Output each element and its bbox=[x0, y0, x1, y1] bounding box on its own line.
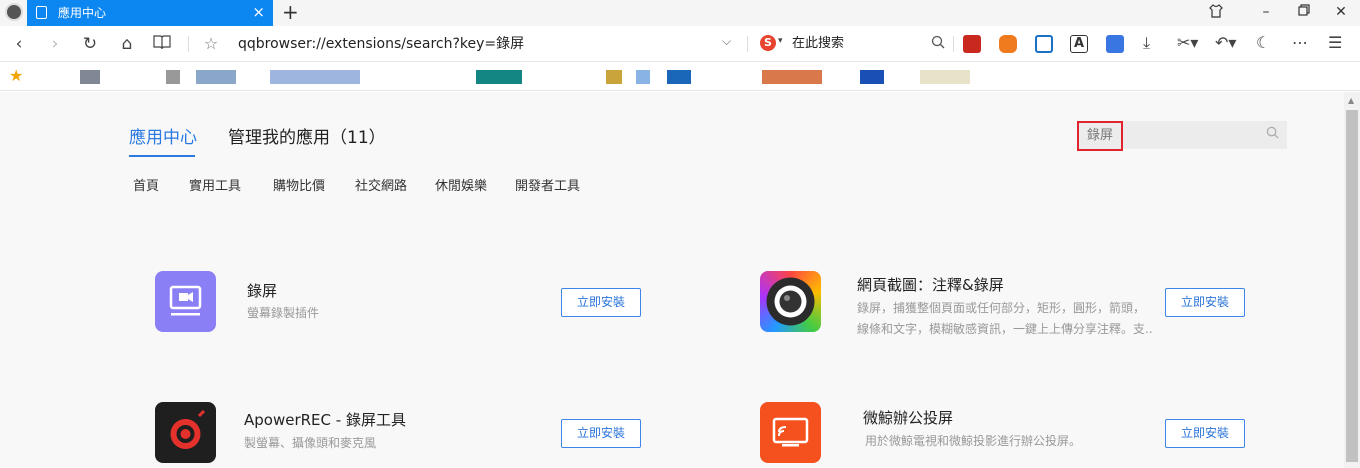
bookmark-star-icon[interactable]: ☆ bbox=[200, 34, 222, 54]
maximize-icon[interactable] bbox=[1294, 4, 1314, 20]
minimize-icon[interactable]: – bbox=[1256, 4, 1276, 20]
title-bar: 應用中心 × + – ✕ bbox=[0, 0, 1360, 26]
extension-translate-a-icon[interactable]: A bbox=[1070, 35, 1088, 53]
screen-record-icon[interactable] bbox=[155, 271, 216, 332]
new-tab-button[interactable]: + bbox=[282, 0, 299, 24]
bookmark-item[interactable] bbox=[606, 70, 622, 84]
app-description: 錄屏，捕獲整個頁面或任何部分，矩形，圓形，箭頭， bbox=[857, 301, 1146, 315]
category-leisure[interactable]: 休閒娛樂 bbox=[435, 179, 487, 195]
undo-icon[interactable]: ↶▾ bbox=[1215, 33, 1236, 53]
bookmark-item[interactable] bbox=[920, 70, 970, 84]
bookmark-item[interactable] bbox=[860, 70, 884, 84]
download-icon[interactable]: ⤓ bbox=[1143, 33, 1150, 53]
browser-avatar-icon[interactable] bbox=[5, 3, 23, 21]
bookmark-item[interactable] bbox=[636, 70, 650, 84]
install-button[interactable]: 立即安裝 bbox=[561, 288, 641, 317]
reader-icon[interactable] bbox=[151, 34, 173, 55]
address-bar[interactable]: qqbrowser://extensions/search?key=錄屏 bbox=[238, 36, 524, 52]
shirt-icon[interactable] bbox=[1206, 4, 1226, 22]
app-description: 螢幕錄製插件 bbox=[247, 306, 320, 320]
refresh-icon[interactable]: ↻ bbox=[79, 34, 101, 54]
tab-title: 應用中心 bbox=[58, 6, 107, 20]
app-description: 用於微鯨電視和微鯨投影進行辦公投屏。 bbox=[865, 434, 1082, 448]
search-icon[interactable] bbox=[1266, 126, 1279, 143]
forward-icon[interactable]: › bbox=[44, 34, 66, 54]
bookmark-item[interactable] bbox=[270, 70, 360, 84]
scrollbar[interactable]: ▲ bbox=[1344, 92, 1360, 468]
tab-manage-my-apps[interactable]: 管理我的應用（11） bbox=[228, 128, 386, 148]
chevron-down-icon[interactable]: ⌵ bbox=[722, 34, 731, 49]
divider bbox=[953, 36, 954, 52]
search-engine-input[interactable]: 在此搜索 bbox=[792, 36, 844, 52]
navigation-bar: ‹ › ↻ ⌂ ☆ qqbrowser://extensions/search?… bbox=[0, 26, 1360, 62]
extension-game-icon[interactable] bbox=[999, 35, 1017, 53]
category-developer[interactable]: 開發者工具 bbox=[515, 179, 580, 195]
more-icon[interactable]: ⋯ bbox=[1292, 33, 1308, 53]
close-window-icon[interactable]: ✕ bbox=[1331, 4, 1351, 20]
page-icon bbox=[36, 6, 47, 19]
app-search-box[interactable]: 錄屏 bbox=[1077, 121, 1287, 151]
install-button[interactable]: 立即安裝 bbox=[1165, 288, 1245, 317]
search-icon[interactable] bbox=[931, 35, 945, 53]
cast-screen-icon[interactable] bbox=[760, 402, 821, 463]
extension-google-translate-icon[interactable] bbox=[1106, 35, 1124, 53]
home-icon[interactable]: ⌂ bbox=[116, 34, 138, 54]
extension-red-icon[interactable] bbox=[963, 35, 981, 53]
app-description: 線條和文字，模糊敏感資訊，一鍵上上傳分享注釋。支.. bbox=[857, 322, 1153, 336]
category-home[interactable]: 首頁 bbox=[133, 179, 159, 195]
app-center-page: 應用中心 管理我的應用（11） 錄屏 首頁 實用工具 購物比價 社交網路 休閒娛… bbox=[0, 92, 1344, 468]
back-icon[interactable]: ‹ bbox=[8, 34, 30, 54]
tab-app-center[interactable]: 應用中心 × bbox=[27, 0, 273, 26]
app-title[interactable]: 網頁截圖：注釋&錄屏 bbox=[857, 276, 1004, 294]
active-tab-underline bbox=[129, 155, 195, 157]
extension-window-icon[interactable] bbox=[1035, 35, 1053, 53]
install-button[interactable]: 立即安裝 bbox=[561, 419, 641, 448]
bookmark-item[interactable] bbox=[476, 70, 522, 84]
close-tab-icon[interactable]: × bbox=[252, 3, 265, 21]
bookmarks-star-icon[interactable]: ★ bbox=[9, 66, 23, 85]
bookmark-item[interactable] bbox=[80, 70, 100, 84]
bookmarks-bar: ★ bbox=[0, 62, 1360, 91]
category-social[interactable]: 社交網路 bbox=[355, 179, 407, 195]
app-search-input[interactable]: 錄屏 bbox=[1077, 121, 1123, 151]
camera-lens-icon[interactable] bbox=[760, 271, 821, 332]
scissors-icon[interactable]: ✂▾ bbox=[1177, 33, 1198, 53]
bookmark-item[interactable] bbox=[166, 70, 180, 84]
scroll-up-icon[interactable]: ▲ bbox=[1348, 96, 1354, 105]
install-button[interactable]: 立即安裝 bbox=[1165, 419, 1245, 448]
menu-icon[interactable]: ☰ bbox=[1328, 33, 1342, 53]
category-shopping[interactable]: 購物比價 bbox=[273, 179, 325, 195]
search-engine-dropdown-icon[interactable]: ▾ bbox=[778, 36, 783, 46]
scroll-thumb[interactable] bbox=[1346, 110, 1358, 462]
sogou-search-icon[interactable]: S bbox=[760, 35, 776, 51]
app-title[interactable]: 微鯨辦公投屏 bbox=[863, 409, 953, 427]
divider bbox=[747, 36, 748, 52]
bookmark-item[interactable] bbox=[196, 70, 236, 84]
bookmark-item[interactable] bbox=[762, 70, 822, 84]
bookmark-item[interactable] bbox=[667, 70, 691, 84]
tab-app-center-page[interactable]: 應用中心 bbox=[129, 128, 197, 148]
app-description: 製螢幕、攝像頭和麥克風 bbox=[244, 436, 377, 450]
app-title[interactable]: ApowerREC - 錄屏工具 bbox=[244, 411, 406, 429]
divider bbox=[188, 36, 189, 52]
category-utilities[interactable]: 實用工具 bbox=[189, 179, 241, 195]
app-title[interactable]: 錄屏 bbox=[247, 282, 277, 300]
night-mode-icon[interactable]: ☾ bbox=[1256, 33, 1270, 53]
rec-icon[interactable] bbox=[155, 402, 216, 463]
